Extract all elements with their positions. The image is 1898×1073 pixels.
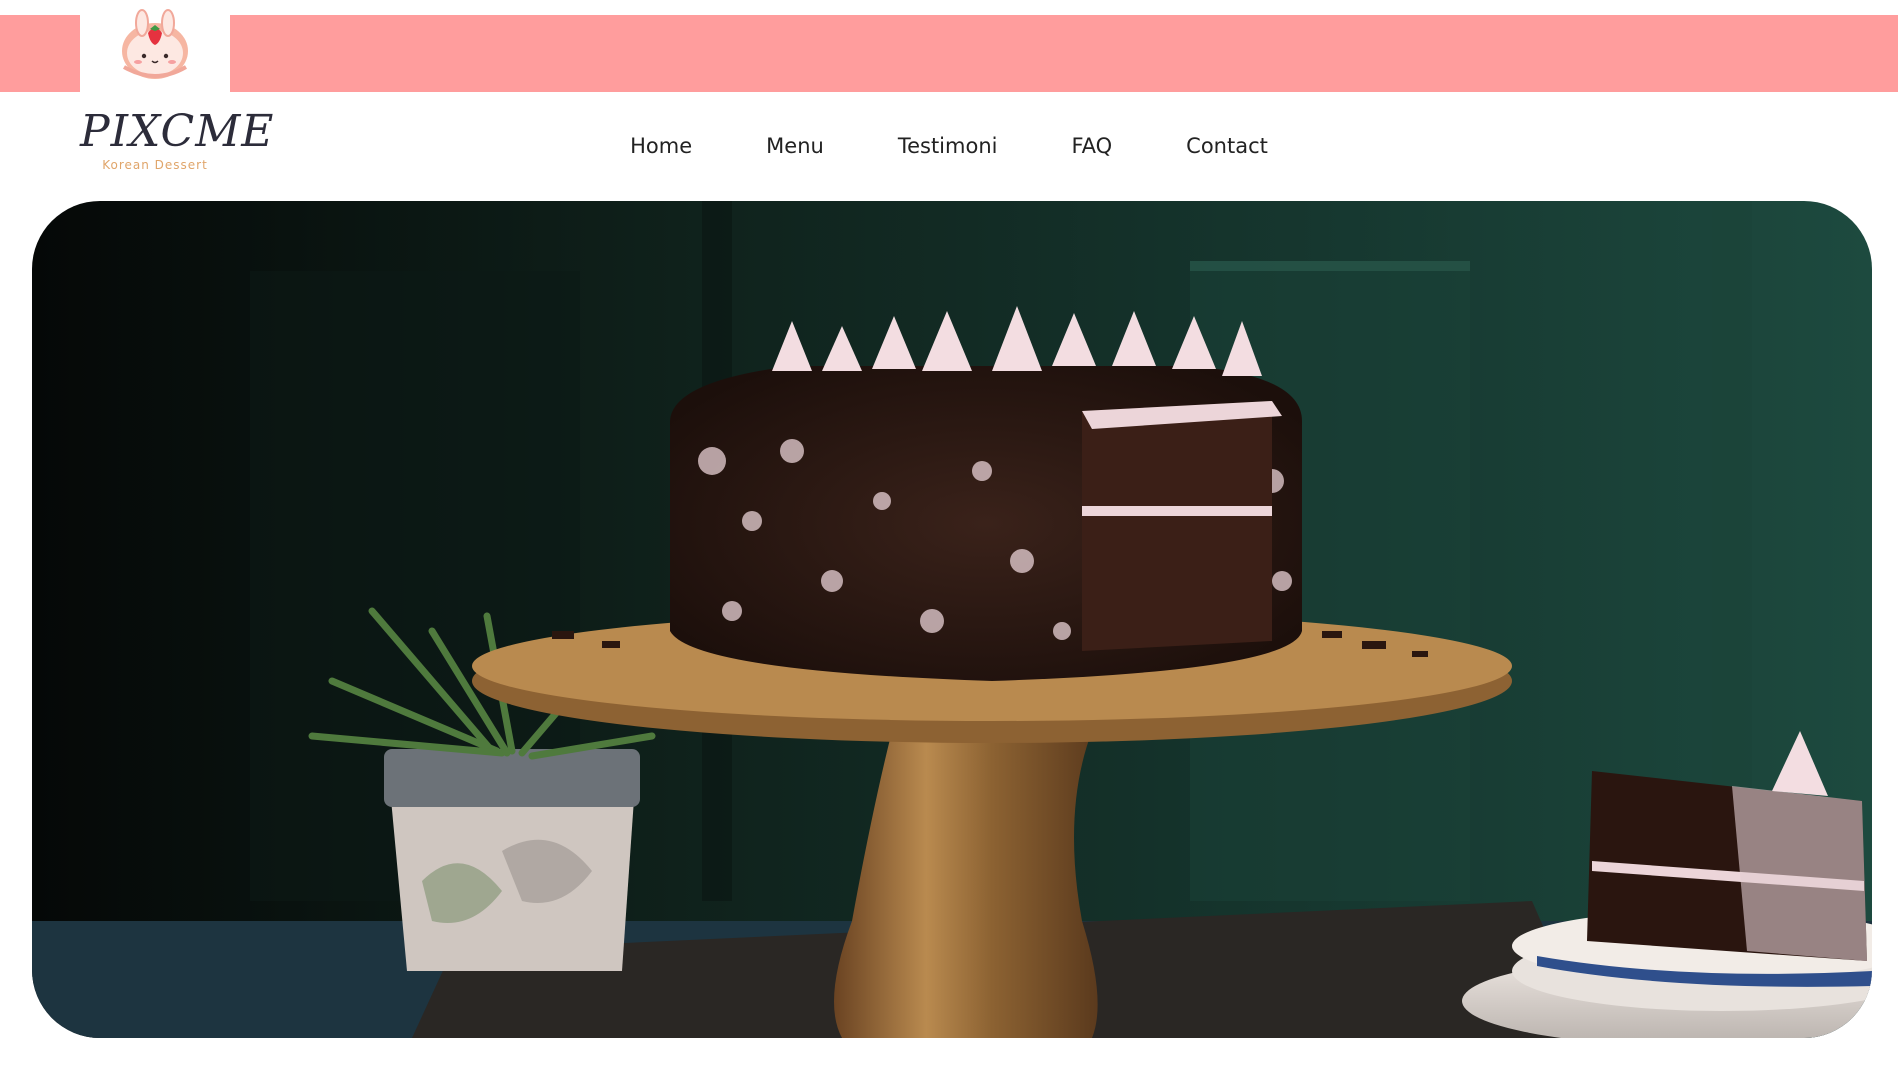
nav-menu[interactable]: Menu xyxy=(729,134,861,158)
logo[interactable] xyxy=(80,0,230,92)
nav-testimoni[interactable]: Testimoni xyxy=(861,134,1035,158)
hero-image xyxy=(32,201,1872,1038)
nav-home[interactable]: Home xyxy=(593,134,729,158)
main-nav: Home Menu Testimoni FAQ Contact xyxy=(0,131,1898,161)
nav-contact[interactable]: Contact xyxy=(1149,134,1305,158)
bunny-strawberry-icon xyxy=(122,9,188,79)
top-accent-bar xyxy=(0,15,1898,92)
nav-faq[interactable]: FAQ xyxy=(1034,134,1149,158)
